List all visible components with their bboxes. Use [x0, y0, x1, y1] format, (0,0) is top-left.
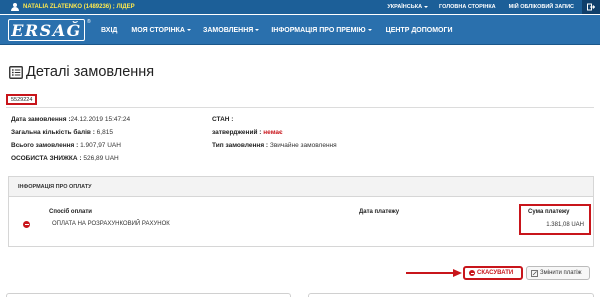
top-links: УКРАЇНСЬКА ГОЛОВНА СТОРІНКА МІЙ ОБЛІКОВИ…: [387, 0, 600, 14]
nav-item-label: ВХІД: [101, 26, 118, 34]
edit-icon: [531, 269, 538, 277]
order-date-row: Дата замовлення :24.12.2019 15:47:24: [11, 116, 130, 123]
payment-info-title: ІНФОРМАЦІЯ ПРО ОПЛАТУ: [18, 183, 92, 190]
user-info[interactable]: NATALIA ZLATENKO (1489236) ; ЛІДЕР: [11, 3, 135, 11]
payment-info-panel: ІНФОРМАЦІЯ ПРО ОПЛАТУ Спосіб оплати Дата…: [8, 176, 594, 247]
home-link[interactable]: ГОЛОВНА СТОРІНКА: [439, 4, 496, 10]
divider: [6, 107, 594, 108]
nav-item-orders[interactable]: ЗАМОВЛЕННЯ: [202, 26, 260, 34]
change-payment-label: Змінити платіж: [540, 270, 582, 276]
nav-item-help-center[interactable]: ЦЕНТР ДОПОМОГИ: [386, 27, 453, 34]
nav-menu: ВХІД МОЯ СТОРІНКА ЗАМОВЛЕННЯ ІНФОРМАЦІЯ …: [99, 15, 453, 45]
cancel-order-button[interactable]: СКАСУВАТИ: [463, 266, 523, 280]
nav-item-label: ЦЕНТР ДОПОМОГИ: [385, 26, 453, 34]
list-document-icon: [9, 65, 23, 79]
cancel-button-label: СКАСУВАТИ: [477, 270, 514, 276]
order-date-value: 24.12.2019 15:47:24: [70, 116, 131, 123]
column-header-date: Дата платежу: [359, 209, 400, 215]
page-heading: Деталі замовлення: [9, 64, 154, 80]
order-number: 5529224: [11, 96, 33, 103]
main-navbar: ERSAĞ ® ВХІД МОЯ СТОРІНКА ЗАМОВЛЕННЯ ІНФ…: [0, 15, 600, 45]
order-total-row: Всього замовлення : 1.907,97 UAH: [11, 142, 121, 149]
bottom-panel-edge: [308, 293, 594, 297]
payment-sum-highlight: Сума платежу 1.381,08 UAH: [519, 204, 591, 235]
change-payment-button[interactable]: Змінити платіж: [526, 266, 590, 280]
arrow-right-icon: [406, 269, 462, 277]
approved-row: затверджений : немає: [212, 129, 283, 136]
nav-item-my-page[interactable]: МОЯ СТОРІНКА: [131, 27, 191, 34]
remove-payment-icon[interactable]: [23, 221, 30, 228]
bottom-panel-edge: [6, 293, 291, 297]
nav-item-label: ЗАМОВЛЕННЯ: [202, 26, 254, 34]
my-account-link[interactable]: МІЙ ОБЛІКОВИЙ ЗАПИС: [509, 4, 574, 10]
status-row: СТАН :: [212, 116, 233, 123]
logout-button[interactable]: [582, 0, 600, 14]
personal-discount-row: ОСОБИСТА ЗНИЖКА : 526,89 UAH: [11, 155, 119, 162]
payment-sum-value: 1.381,08 UAH: [546, 222, 584, 228]
chevron-down-icon: [186, 29, 191, 31]
cancel-icon: [469, 270, 475, 276]
order-number-highlight: 5529224: [6, 94, 38, 105]
approved-value: немає: [263, 129, 283, 136]
nav-item-label: ІНФОРМАЦІЯ ПРО ПРЕМІЮ: [271, 26, 366, 34]
chevron-down-icon: [367, 29, 372, 31]
language-label: УКРАЇНСЬКА: [387, 4, 423, 10]
column-header-method: Спосіб оплати: [49, 209, 92, 215]
user-icon: [11, 3, 19, 11]
bottom-page-edge: [0, 290, 600, 297]
top-bar: NATALIA ZLATENKO (1489236) ; ЛІДЕР УКРАЇ…: [0, 0, 600, 14]
status-label: СТАН :: [212, 116, 234, 123]
logout-icon: [587, 3, 595, 11]
total-points-row: Загальна кількість балів : 6,815: [11, 129, 113, 136]
logo-registered-mark: ®: [87, 19, 91, 25]
order-date-label: Дата замовлення :: [11, 116, 71, 123]
order-total-label: Всього замовлення :: [11, 142, 79, 149]
language-selector[interactable]: УКРАЇНСЬКА: [387, 4, 429, 10]
nav-item-bonus-info[interactable]: ІНФОРМАЦІЯ ПРО ПРЕМІЮ: [271, 26, 372, 34]
user-name: NATALIA ZLATENKO (1489236) ; ЛІДЕР: [23, 4, 135, 10]
order-type-value: Звичайне замовлення: [269, 142, 337, 149]
page-title: Деталі замовлення: [26, 64, 155, 80]
order-type-label: Тип замовлення :: [212, 142, 269, 149]
approved-label: затверджений :: [212, 129, 262, 136]
order-type-row: Тип замовлення : Звичайне замовлення: [212, 142, 337, 149]
chevron-down-icon: [424, 5, 429, 8]
payment-method-value: ОПЛАТА НА РОЗРАХУНКОВИЙ РАХУНОК: [52, 221, 170, 227]
ersag-logo[interactable]: ERSAĞ: [8, 19, 85, 41]
total-points-label: Загальна кількість балів :: [11, 129, 95, 136]
nav-item-login[interactable]: ВХІД: [101, 27, 117, 34]
total-points-value: 6,815: [96, 129, 113, 136]
payment-info-header: ІНФОРМАЦІЯ ПРО ОПЛАТУ: [9, 177, 593, 197]
personal-discount-value: 526,89 UAH: [83, 155, 119, 162]
logo-text: ERSAĞ: [11, 20, 82, 40]
nav-item-label: МОЯ СТОРІНКА: [131, 26, 185, 34]
order-total-value: 1.907,97 UAH: [80, 142, 121, 149]
column-header-sum: Сума платежу: [528, 209, 570, 215]
chevron-down-icon: [255, 29, 260, 31]
personal-discount-label: ОСОБИСТА ЗНИЖКА :: [11, 155, 82, 162]
